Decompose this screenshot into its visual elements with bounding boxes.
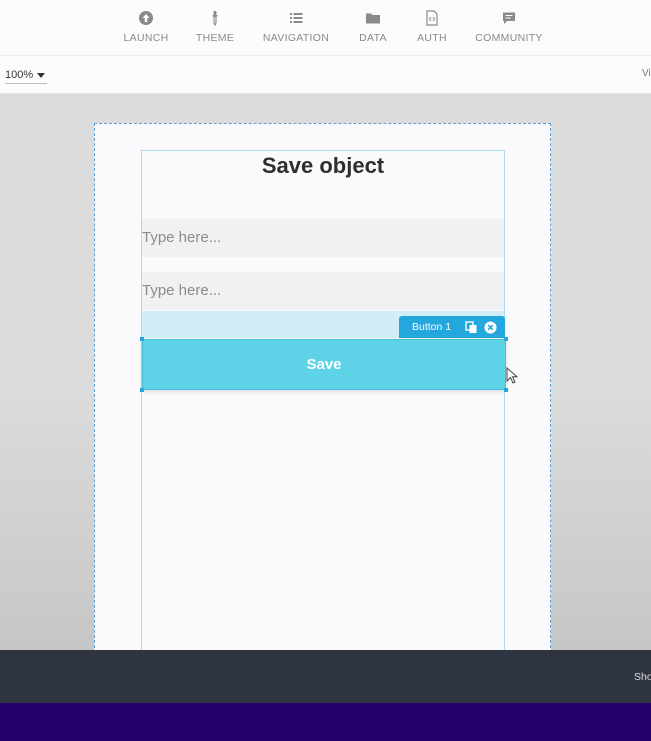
- view-toggle[interactable]: Vi: [642, 68, 651, 79]
- page-title[interactable]: Save object: [142, 153, 504, 179]
- text-input-1[interactable]: Type here...: [142, 219, 504, 257]
- resize-handle[interactable]: [504, 337, 508, 341]
- footer-strip: [0, 703, 651, 741]
- nav-label: THEME: [195, 32, 235, 44]
- editor-canvas: Save object Type here... Type here... Bu…: [0, 94, 651, 650]
- nav-label: COMMUNITY: [475, 32, 543, 44]
- resize-handle[interactable]: [140, 337, 144, 341]
- selected-component-badge[interactable]: Button 1: [399, 316, 505, 338]
- list-icon: [290, 13, 303, 23]
- screen-page[interactable]: Save object Type here... Type here... Bu…: [140, 150, 508, 650]
- resize-handle[interactable]: [140, 388, 144, 392]
- dropper-icon: [212, 11, 218, 26]
- close-icon[interactable]: [484, 321, 497, 334]
- zoom-select[interactable]: 100%: [5, 67, 47, 84]
- bottom-bar-text[interactable]: Sho: [634, 671, 651, 683]
- nav-community[interactable]: COMMUNITY: [459, 10, 559, 44]
- cursor-icon: [506, 367, 519, 384]
- badge-label: Button 1: [412, 321, 452, 333]
- editor-subbar: 100% Vi: [0, 56, 651, 94]
- chevron-down-icon: [37, 72, 46, 78]
- chat-icon: [503, 12, 515, 24]
- device-frame: Save object Type here... Type here... Bu…: [94, 123, 551, 650]
- top-toolbar: LAUNCH THEME NAVIGATION DATA AUTH COMMUN…: [0, 0, 651, 56]
- nav-label: AUTH: [417, 32, 447, 44]
- nav-label: NAVIGATION: [262, 32, 330, 44]
- text-input-2[interactable]: Type here...: [142, 272, 504, 310]
- nav-label: LAUNCH: [123, 32, 169, 44]
- upload-icon: [139, 11, 153, 25]
- copy-icon[interactable]: [465, 321, 478, 334]
- code-file-icon: [426, 10, 438, 26]
- bottom-bar: Sho: [0, 650, 651, 703]
- save-button[interactable]: Save: [142, 339, 506, 390]
- folder-icon: [366, 13, 380, 24]
- resize-handle[interactable]: [504, 388, 508, 392]
- zoom-value: 100%: [5, 69, 34, 81]
